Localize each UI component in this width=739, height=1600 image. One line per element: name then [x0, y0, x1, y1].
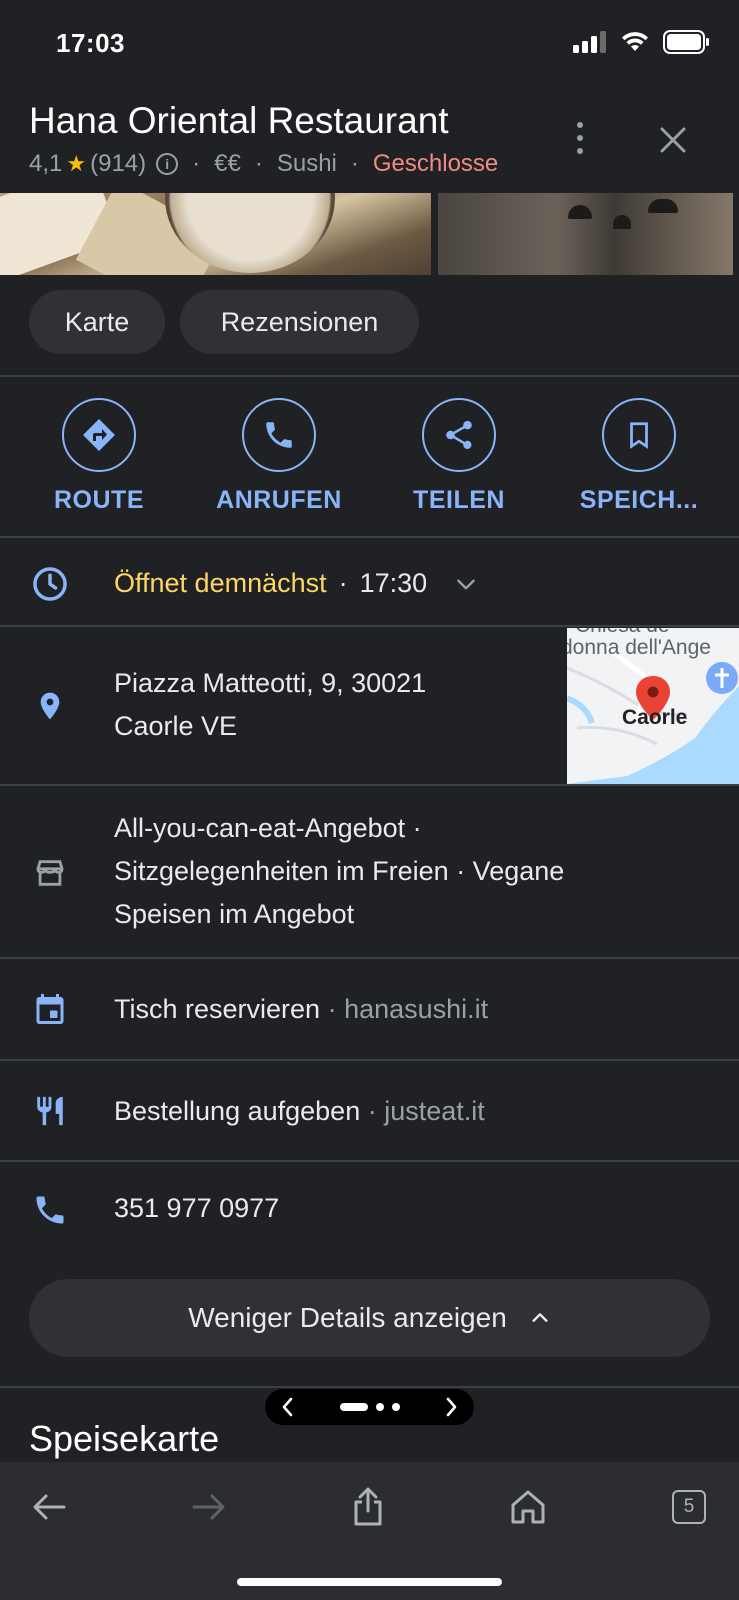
phone-number[interactable]: 351 977 0977 — [114, 1187, 279, 1230]
order-site: justeat.it — [384, 1096, 485, 1126]
chevron-up-icon — [532, 1313, 548, 1322]
phone-icon — [242, 398, 316, 472]
close-icon[interactable] — [655, 122, 691, 158]
attributes-line: All-you-can-eat-Angebot · — [114, 813, 422, 843]
place-photo[interactable] — [0, 193, 431, 275]
chevron-left-icon[interactable] — [279, 1396, 297, 1418]
menu-heading: Speisekarte — [29, 1418, 220, 1459]
address-text[interactable]: Piazza Matteotti, 9, 30021 Caorle VE — [114, 662, 554, 748]
map-thumbnail[interactable]: Chiesa de donna dell'Ange Caorle — [567, 628, 739, 784]
reserve-row[interactable]: Tisch reservieren · hanasushi.it — [114, 988, 488, 1031]
battery-icon — [663, 30, 709, 54]
call-button[interactable]: ANRUFEN — [199, 398, 359, 515]
place-meta: 4,1 ★ (914) i · €€ · Sushi · Geschlosse — [29, 150, 498, 178]
clock-icon — [30, 564, 70, 604]
divider — [0, 957, 739, 959]
page-switcher[interactable] — [265, 1389, 474, 1425]
phone-icon — [30, 1190, 70, 1230]
home-icon[interactable] — [503, 1482, 553, 1532]
divider — [0, 1059, 739, 1061]
divider — [0, 625, 739, 627]
bookmark-icon — [602, 398, 676, 472]
chevron-right-icon[interactable] — [442, 1396, 460, 1418]
route-label: ROUTE — [54, 486, 144, 514]
signal-icon — [573, 31, 606, 53]
open-status: Geschlosse — [372, 150, 499, 177]
rating-value: 4,1 — [29, 150, 63, 177]
divider — [0, 784, 739, 786]
hours-status: Öffnet demnächst — [114, 568, 327, 598]
chevron-down-icon — [457, 579, 475, 590]
forward-arrow-icon[interactable] — [184, 1482, 234, 1532]
share-label: TEILEN — [413, 486, 505, 514]
separator: · — [360, 1096, 385, 1126]
storefront-icon — [30, 853, 70, 893]
separator: · — [350, 150, 359, 177]
attributes-line: Sitzgelegenheiten im Freien · Vegane — [114, 856, 565, 886]
tab-map[interactable]: Karte — [29, 290, 165, 354]
wifi-icon — [622, 32, 648, 51]
home-indicator — [237, 1578, 502, 1586]
reserve-label: Tisch reservieren — [114, 994, 321, 1024]
divider — [0, 1160, 739, 1162]
tab-reviews[interactable]: Rezensionen — [180, 290, 419, 354]
hours-row[interactable]: Öffnet demnächst · 17:30 — [114, 562, 479, 605]
save-button[interactable]: SPEICH... — [559, 398, 719, 515]
status-time: 17:03 — [56, 28, 125, 58]
more-options-icon[interactable] — [568, 118, 592, 158]
less-details-button[interactable]: Weniger Details anzeigen — [29, 1279, 710, 1357]
place-title: Hana Oriental Restaurant — [29, 100, 449, 141]
separator: · — [192, 150, 201, 177]
order-row[interactable]: Bestellung aufgeben · justeat.it — [114, 1090, 485, 1133]
status-icons — [573, 30, 709, 54]
save-label: SPEICH... — [579, 486, 699, 514]
directions-icon — [62, 398, 136, 472]
route-button[interactable]: ROUTE — [19, 398, 179, 515]
address-line-2: Caorle VE — [114, 711, 238, 741]
place-photo[interactable] — [438, 193, 733, 275]
category: Sushi — [276, 150, 337, 177]
restaurant-icon — [30, 1091, 70, 1131]
address-line-1: Piazza Matteotti, 9, 30021 — [114, 668, 427, 698]
divider — [0, 1386, 739, 1388]
share-icon — [422, 398, 496, 472]
reserve-site: hanasushi.it — [344, 994, 489, 1024]
opening-time: 17:30 — [359, 568, 428, 598]
share-button[interactable]: TEILEN — [379, 398, 539, 515]
reviews-count[interactable]: (914) — [90, 150, 146, 178]
page-indicator — [339, 1403, 400, 1411]
attributes-text[interactable]: All-you-can-eat-Angebot · Sitzgelegenhei… — [114, 807, 714, 936]
location-pin-icon — [30, 686, 70, 726]
tabs-button[interactable]: 5 — [664, 1482, 714, 1532]
info-icon[interactable]: i — [156, 153, 179, 175]
back-arrow-icon[interactable] — [24, 1482, 74, 1532]
tabs-count: 5 — [672, 1490, 706, 1524]
map-label: donna dell'Ange — [567, 636, 711, 659]
less-details-label: Weniger Details anzeigen — [188, 1302, 507, 1333]
separator: · — [254, 150, 263, 177]
share-icon[interactable] — [343, 1482, 393, 1532]
separator: · — [338, 568, 348, 598]
divider — [0, 375, 739, 377]
calendar-icon — [30, 989, 70, 1029]
map-place-label: Caorle — [622, 706, 688, 729]
order-label: Bestellung aufgeben — [114, 1096, 361, 1126]
separator: · — [320, 994, 345, 1024]
attributes-line: Speisen im Angebot — [114, 899, 355, 929]
call-label: ANRUFEN — [216, 486, 342, 514]
price-level: €€ — [214, 150, 241, 177]
star-icon: ★ — [66, 151, 87, 176]
divider — [0, 536, 739, 538]
